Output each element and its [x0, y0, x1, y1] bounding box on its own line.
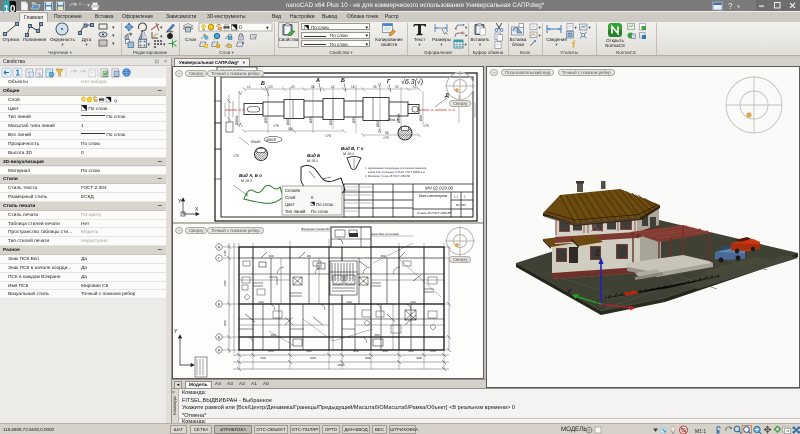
- svg-text:2. Материал: Сталь 45 ГОСТ 105: 2. Материал: Сталь 45 ГОСТ 1050-88: [365, 174, 410, 178]
- svg-text:1200: 1200: [346, 301, 352, 304]
- svg-text:10: 10: [413, 85, 417, 89]
- svg-text:900: 900: [307, 255, 312, 258]
- svg-text:3900: 3900: [223, 320, 227, 326]
- svg-text:М 10:1: М 10:1: [343, 152, 354, 156]
- svg-text:Б: Б: [341, 78, 345, 84]
- svg-text:0: 0: [239, 25, 242, 31]
- svg-text:5200: 5200: [310, 356, 316, 360]
- svg-text:√Rz40: √Rz40: [250, 140, 260, 144]
- svg-text:▾: ▾: [589, 25, 592, 30]
- svg-text:Ø35: Ø35: [264, 117, 268, 123]
- svg-text:▾: ▾: [160, 34, 163, 40]
- svg-text:√75: √75: [273, 124, 279, 128]
- svg-text:56: 56: [385, 131, 389, 135]
- svg-text:Б: Б: [261, 81, 265, 87]
- svg-text:X: X: [195, 207, 199, 213]
- svg-text:Вид Б: Вид Б: [307, 153, 321, 158]
- svg-text:▾: ▾: [112, 33, 115, 39]
- svg-text:Фасадная Схема М2: Фасадная Схема М2: [301, 227, 330, 231]
- svg-text:Y: Y: [174, 329, 178, 335]
- svg-text:√75: √75: [233, 154, 239, 158]
- svg-text:Ø35: Ø35: [309, 117, 313, 123]
- svg-text:Y: Y: [567, 289, 572, 296]
- svg-text:М 10:1: М 10:1: [241, 179, 252, 183]
- svg-text:▾: ▾: [160, 25, 163, 31]
- svg-text:Вид А, Б о: Вид А, Б о: [239, 173, 262, 178]
- svg-text:20: 20: [269, 85, 273, 89]
- svg-text:▾: ▾: [737, 5, 740, 11]
- svg-text:▾: ▾: [539, 33, 542, 38]
- svg-text:1500: 1500: [374, 334, 380, 337]
- svg-text:▾: ▾: [465, 25, 468, 30]
- svg-text:▾: ▾: [148, 42, 151, 48]
- svg-text:1. Неуказанные предельные откл: 1. Неуказанные предельные отклонения раз…: [365, 166, 427, 170]
- svg-text:▾: ▾: [266, 26, 269, 32]
- svg-text:Г: Г: [218, 257, 220, 261]
- svg-text:?: ?: [728, 2, 733, 11]
- svg-text:По слою: По слою: [316, 202, 334, 207]
- svg-text:Ø40: Ø40: [286, 119, 290, 125]
- svg-text:По слою: По слою: [311, 209, 329, 214]
- svg-text:1500: 1500: [268, 255, 274, 258]
- svg-text:1:1: 1:1: [454, 195, 459, 199]
- svg-text:Z: Z: [595, 248, 601, 258]
- svg-text:▾: ▾: [163, 42, 166, 48]
- svg-text:20: 20: [395, 85, 399, 89]
- svg-text:√75: √75: [383, 136, 389, 140]
- svg-text:4400: 4400: [416, 356, 422, 360]
- svg-text:24600: 24600: [337, 363, 345, 367]
- svg-text:Слой: Слой: [285, 195, 296, 200]
- svg-text:Вал-шестерня: Вал-шестерня: [419, 193, 448, 198]
- svg-text:Сплайн: Сплайн: [285, 188, 301, 193]
- svg-text:М 10:1: М 10:1: [307, 159, 318, 163]
- svg-text:▾: ▾: [575, 25, 578, 30]
- svg-text:1500: 1500: [270, 334, 276, 337]
- svg-text:22: 22: [331, 85, 335, 89]
- svg-text:12: 12: [247, 85, 251, 89]
- svg-text:МЧ РИЗ: МЧ РИЗ: [456, 203, 466, 207]
- svg-text:Ø50: Ø50: [376, 121, 380, 127]
- svg-text:5400: 5400: [223, 280, 227, 286]
- svg-text:√Ra1.6: √Ra1.6: [387, 118, 399, 122]
- svg-text:2100: 2100: [410, 301, 416, 304]
- svg-text:МЧ 02.019.00: МЧ 02.019.00: [425, 186, 453, 191]
- svg-text:А: А: [218, 349, 221, 353]
- svg-text:√75: √75: [423, 124, 429, 128]
- svg-text:25: 25: [373, 85, 377, 89]
- svg-text:1: 1: [16, 69, 21, 78]
- svg-text:Цвет: Цвет: [285, 202, 295, 207]
- svg-text:А: А: [218, 246, 221, 250]
- svg-text:Тип линий: Тип линий: [285, 209, 306, 214]
- svg-text:√75: √75: [325, 134, 331, 138]
- svg-text:Сталь 45 ГОСТ 1050-88: Сталь 45 ГОСТ 1050-88: [417, 211, 451, 215]
- svg-text:Ø28: Ø28: [419, 115, 423, 121]
- svg-text:7200: 7200: [260, 356, 266, 360]
- svg-text:М1:1: М1:1: [695, 429, 706, 434]
- svg-text:Разрез Баз установки: Разрез Баз установки: [369, 232, 399, 236]
- svg-text:Вид В, Г о: Вид В, Г о: [341, 146, 364, 151]
- svg-text:валов h14, остальных ±IT14/2.: валов h14, остальных ±IT14/2. ГОСТ 30893…: [368, 170, 425, 174]
- svg-text:5600: 5600: [365, 356, 371, 360]
- svg-text:Ø30k6: Ø30k6: [235, 115, 239, 125]
- svg-text:18: 18: [351, 85, 355, 89]
- svg-text:Ø45: Ø45: [329, 119, 333, 125]
- svg-text:▾: ▾: [112, 25, 115, 31]
- svg-text:20: 20: [291, 85, 295, 89]
- svg-text:А: А: [315, 78, 320, 84]
- svg-text:▾: ▾: [112, 41, 115, 47]
- svg-text:⌀68ГВ: ⌀68ГВ: [266, 138, 277, 142]
- svg-text:1200: 1200: [223, 250, 227, 256]
- svg-text:2100: 2100: [258, 301, 264, 304]
- svg-text:Y: Y: [178, 199, 182, 205]
- svg-text:140: 140: [288, 127, 294, 131]
- svg-text:18: 18: [311, 85, 315, 89]
- svg-text:1500: 1500: [380, 255, 386, 258]
- svg-text:Ø35: Ø35: [352, 117, 356, 123]
- svg-text:▾: ▾: [539, 25, 542, 30]
